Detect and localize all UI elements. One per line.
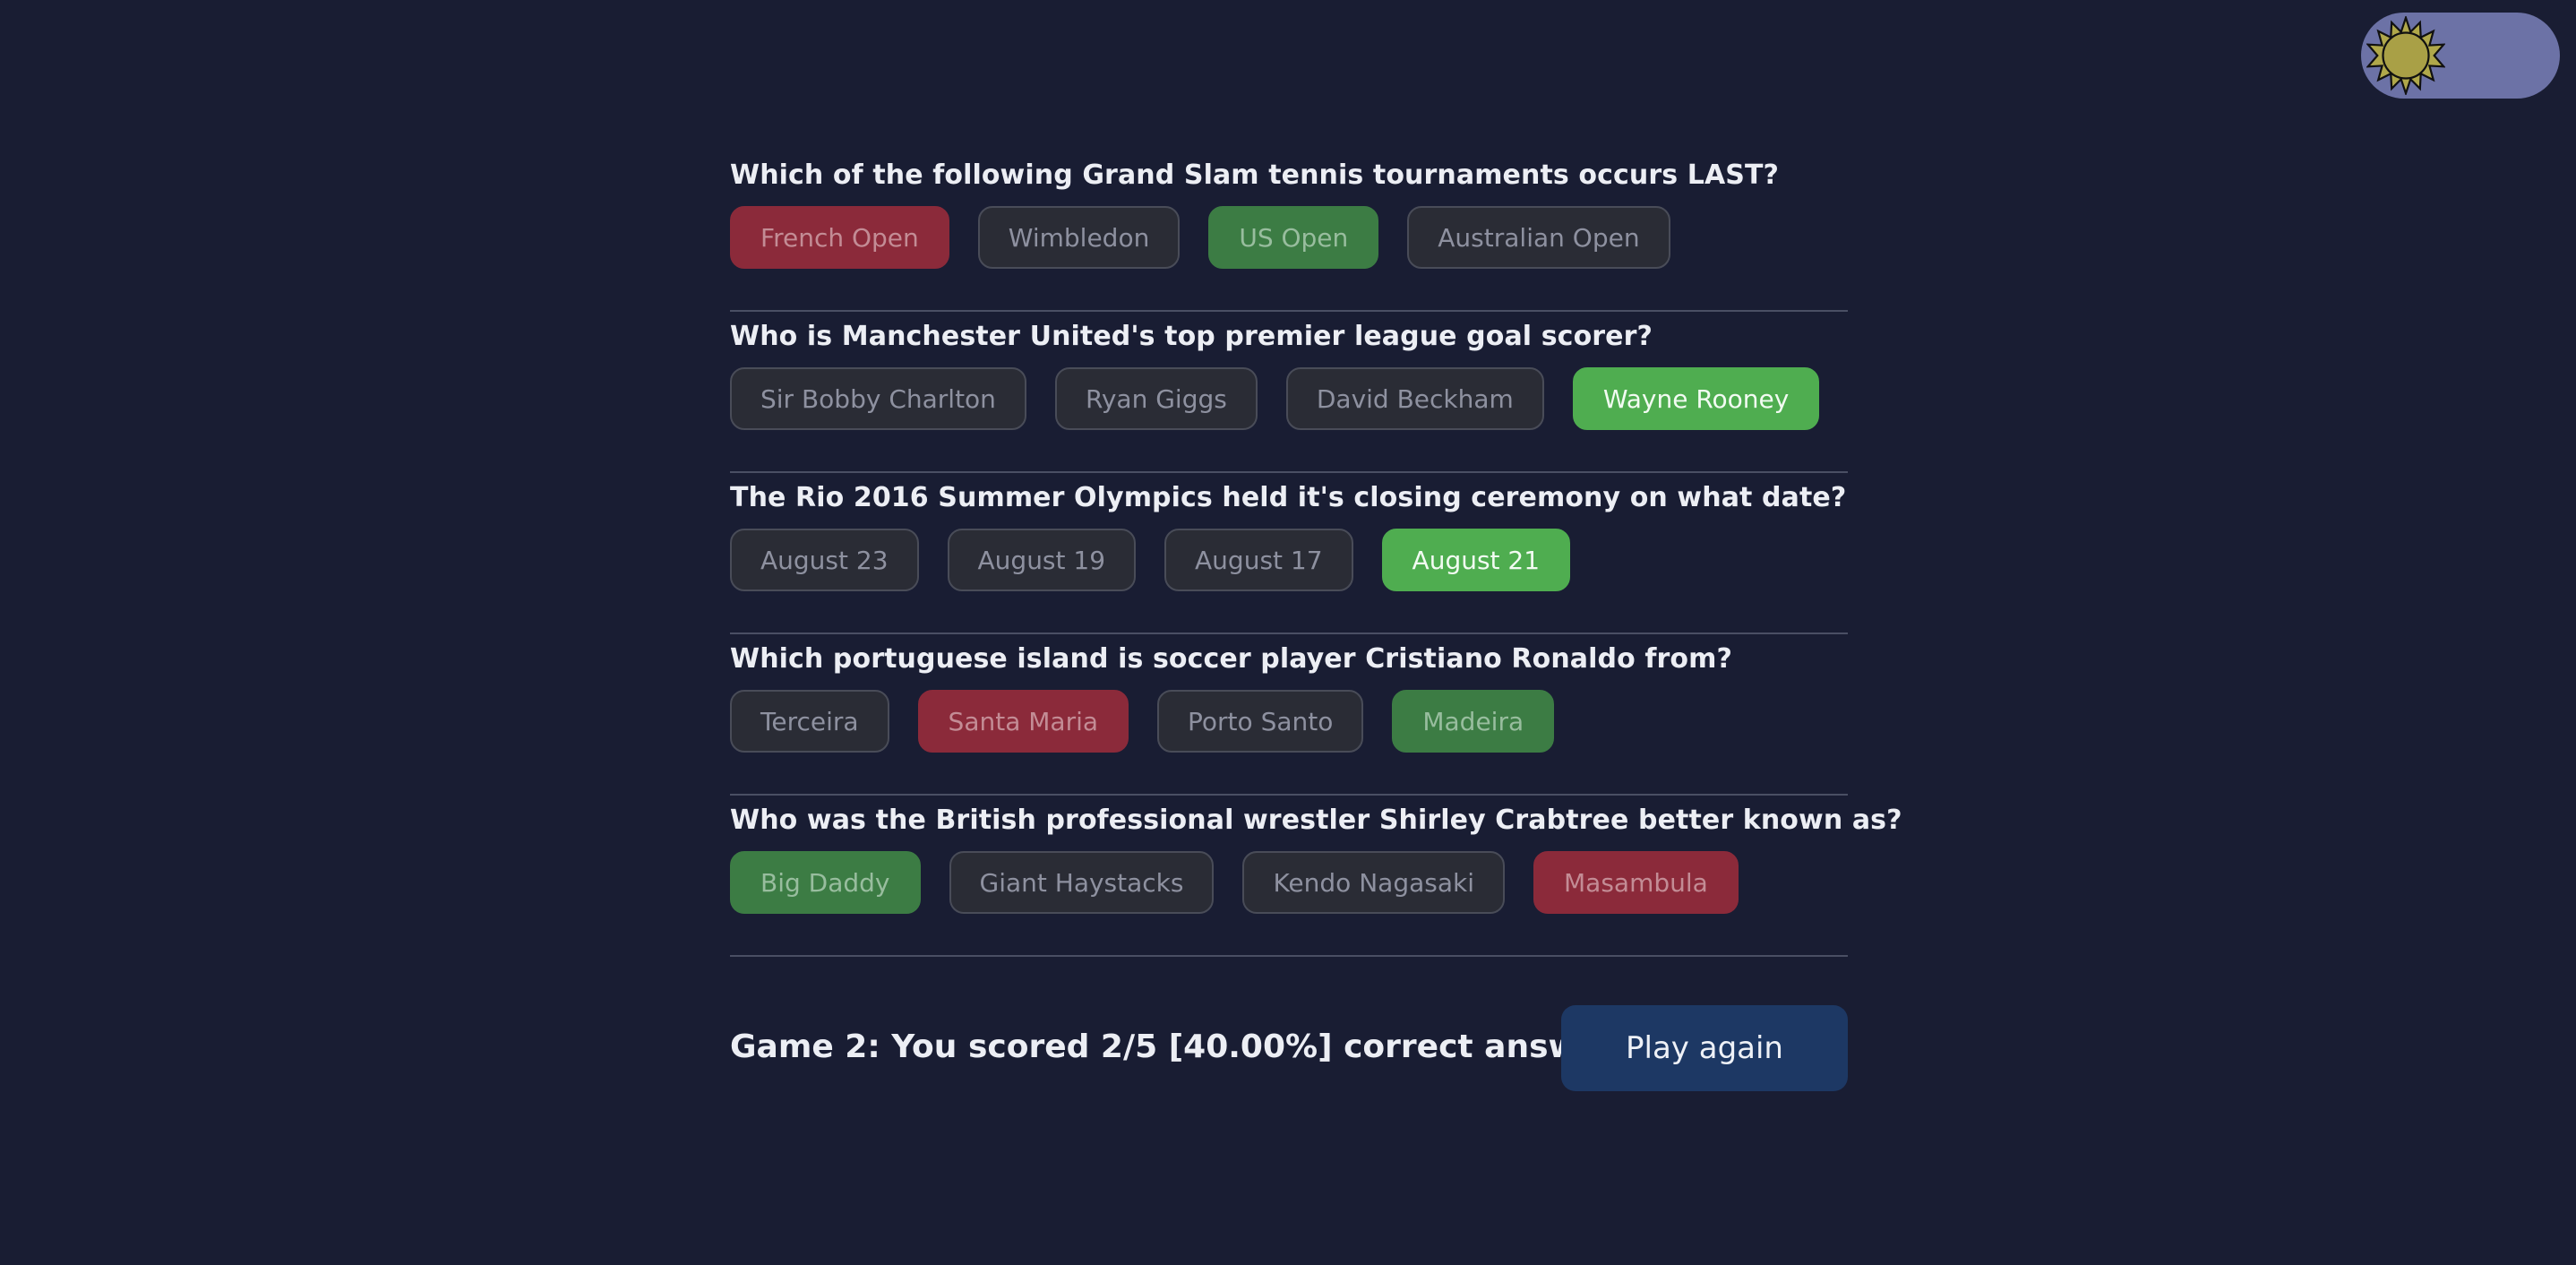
answer-option[interactable]: US Open bbox=[1208, 206, 1379, 269]
answer-option[interactable]: French Open bbox=[730, 206, 949, 269]
answer-option[interactable]: August 19 bbox=[947, 529, 1137, 591]
question-5: Who was the British professional wrestle… bbox=[730, 796, 1902, 957]
question-text: The Rio 2016 Summer Olympics held it's c… bbox=[730, 482, 1847, 513]
theme-toggle[interactable] bbox=[2361, 13, 2560, 99]
answer-options: Sir Bobby Charlton Ryan Giggs David Beck… bbox=[730, 367, 1820, 430]
question-1: Which of the following Grand Slam tennis… bbox=[730, 151, 1848, 312]
answer-options: Big Daddy Giant Haystacks Kendo Nagasaki… bbox=[730, 851, 1739, 914]
answer-option[interactable]: Masambula bbox=[1533, 851, 1739, 914]
answer-option[interactable]: August 21 bbox=[1381, 529, 1571, 591]
question-4: Which portuguese island is soccer player… bbox=[730, 634, 1848, 796]
score-summary: Game 2: You scored 2/5 [40.00%] correct … bbox=[730, 1028, 1636, 1065]
answer-options: August 23 August 19 August 17 August 21 bbox=[730, 529, 1571, 591]
answer-option[interactable]: Santa Maria bbox=[917, 690, 1129, 753]
answer-option[interactable]: Terceira bbox=[730, 690, 889, 753]
question-text: Who was the British professional wrestle… bbox=[730, 805, 1902, 836]
sun-icon bbox=[2366, 16, 2445, 95]
question-text: Who is Manchester United's top premier l… bbox=[730, 321, 1653, 352]
answer-option[interactable]: Giant Haystacks bbox=[949, 851, 1215, 914]
answer-options: Terceira Santa Maria Porto Santo Madeira bbox=[730, 690, 1555, 753]
question-2: Who is Manchester United's top premier l… bbox=[730, 312, 1848, 473]
answer-option[interactable]: Australian Open bbox=[1407, 206, 1670, 269]
answer-option[interactable]: Ryan Giggs bbox=[1054, 367, 1258, 430]
question-3: The Rio 2016 Summer Olympics held it's c… bbox=[730, 473, 1848, 634]
answer-option[interactable]: Sir Bobby Charlton bbox=[730, 367, 1026, 430]
answer-option[interactable]: Kendo Nagasaki bbox=[1242, 851, 1505, 914]
answer-option[interactable]: Porto Santo bbox=[1157, 690, 1364, 753]
play-again-button[interactable]: Play again bbox=[1561, 1005, 1848, 1091]
answer-option[interactable]: Wayne Rooney bbox=[1572, 367, 1820, 430]
answer-option[interactable]: Madeira bbox=[1392, 690, 1555, 753]
answer-option[interactable]: David Beckham bbox=[1285, 367, 1544, 430]
question-text: Which portuguese island is soccer player… bbox=[730, 643, 1732, 675]
answer-option[interactable]: Big Daddy bbox=[730, 851, 921, 914]
answer-option[interactable]: August 17 bbox=[1164, 529, 1353, 591]
answer-options: French Open Wimbledon US Open Australian… bbox=[730, 206, 1670, 269]
answer-option[interactable]: Wimbledon bbox=[977, 206, 1181, 269]
question-text: Which of the following Grand Slam tennis… bbox=[730, 159, 1780, 191]
answer-option[interactable]: August 23 bbox=[730, 529, 919, 591]
result-bar: Game 2: You scored 2/5 [40.00%] correct … bbox=[730, 1005, 1848, 1091]
quiz-list: Which of the following Grand Slam tennis… bbox=[730, 151, 1902, 957]
